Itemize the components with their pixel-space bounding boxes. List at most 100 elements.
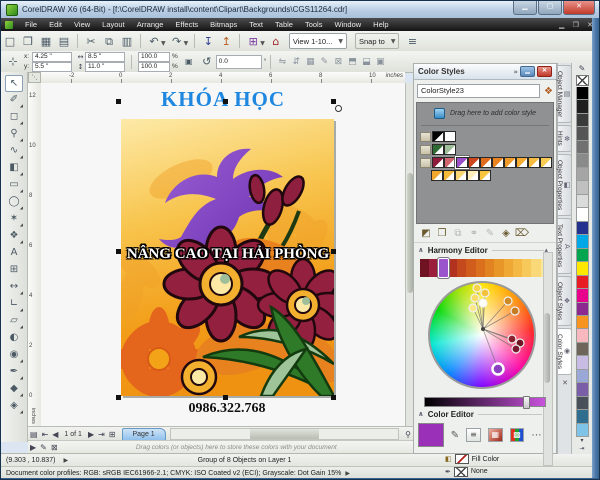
close-button[interactable]: ✕ xyxy=(563,1,595,15)
interactive-fill-tool[interactable]: ◈ ◢ xyxy=(5,398,23,415)
selection-handle[interactable] xyxy=(331,395,336,400)
ellipse-tool[interactable]: ◯ ◢ xyxy=(5,194,23,211)
flyout-arrow-icon[interactable]: ▶ xyxy=(345,470,350,477)
collapse-icon[interactable]: ∧ xyxy=(418,246,424,254)
chevron-down-icon[interactable]: ▼ xyxy=(184,40,189,47)
menu-tools[interactable]: Tools xyxy=(299,20,329,29)
palette-color-swatch[interactable] xyxy=(575,248,589,263)
palette-color-swatch[interactable] xyxy=(575,221,589,236)
convert-to-spot-button[interactable]: ◈ xyxy=(498,228,514,239)
basic-shapes-tool[interactable]: ❖ ◢ xyxy=(5,228,23,245)
selection-handle[interactable] xyxy=(223,99,228,104)
palette-color-swatch[interactable] xyxy=(575,181,589,195)
scrollbar-thumb[interactable] xyxy=(544,313,550,383)
menu-window[interactable]: Window xyxy=(328,20,367,29)
eyedropper-icon[interactable]: ✎ xyxy=(451,430,459,441)
selection-handle[interactable] xyxy=(223,395,228,400)
tab-object-styles[interactable]: ❖ Object Styles xyxy=(556,275,572,326)
tab-color-styles[interactable]: ◉ Color Styles xyxy=(556,327,572,375)
first-page-button[interactable]: ⇤ xyxy=(42,430,49,439)
menu-text[interactable]: Text xyxy=(243,20,269,29)
options-button[interactable]: ≡ xyxy=(404,34,420,49)
new-document-button[interactable]: □ xyxy=(2,34,18,49)
no-color-swatch[interactable] xyxy=(575,75,589,86)
document-window-controls[interactable]: ▁ ❐ ✕ xyxy=(559,21,596,29)
outline-color-swatch[interactable] xyxy=(453,466,468,477)
palette-color-swatch[interactable] xyxy=(575,154,589,168)
color-editor-header[interactable]: ∧ Color Editor ✕ xyxy=(414,407,556,421)
outline-pen-tool[interactable]: ✒ ◢ xyxy=(5,364,23,381)
palette-color-swatch[interactable] xyxy=(575,410,589,424)
color-style-swatch[interactable] xyxy=(432,144,444,155)
scale-x-input[interactable]: 100.0 xyxy=(138,51,170,62)
harmony-node[interactable] xyxy=(480,288,490,298)
harmony-color-segment[interactable] xyxy=(531,259,541,277)
ungroup-icon[interactable]: ⊠ xyxy=(331,57,345,67)
harmony-node[interactable] xyxy=(511,344,521,354)
no-color-icon[interactable]: ⊠ xyxy=(51,443,58,452)
palette-color-swatch[interactable] xyxy=(575,194,589,209)
palette-color-swatch[interactable] xyxy=(575,113,589,128)
tab-text-properties[interactable]: A Text Properties xyxy=(556,218,572,274)
tab-object-properties[interactable]: ◧ Object Properties xyxy=(556,154,572,217)
transparency-tool[interactable]: ◐ xyxy=(5,330,23,347)
harmony-node[interactable] xyxy=(510,306,520,316)
palette-scroll-down-button[interactable]: ▾ xyxy=(580,437,583,445)
cut-button[interactable]: ✂ xyxy=(83,34,99,49)
more-options-icon[interactable]: ⋯ xyxy=(531,430,541,441)
menu-effects[interactable]: Effects xyxy=(169,20,204,29)
harmony-node[interactable] xyxy=(472,283,482,293)
slider-handle[interactable] xyxy=(523,396,531,409)
palette-color-swatch[interactable] xyxy=(575,302,589,316)
palette-color-swatch[interactable] xyxy=(575,127,589,141)
crop-tool[interactable]: ◻ ◢ xyxy=(5,109,23,126)
current-color-swatch[interactable] xyxy=(418,423,444,447)
selection-handle[interactable] xyxy=(116,395,121,400)
text-tool[interactable]: A xyxy=(5,245,23,262)
last-page-button[interactable]: ⇥ xyxy=(98,430,105,439)
harmony-node[interactable] xyxy=(468,303,478,313)
palette-flyout-button[interactable]: ▶ xyxy=(30,443,36,452)
selection-handle[interactable] xyxy=(116,99,121,104)
to-back-icon[interactable]: ⬓ xyxy=(359,57,373,67)
palette-expand-button[interactable]: ⇥ xyxy=(579,445,584,453)
color-style-swatch[interactable] xyxy=(431,170,443,181)
menu-arrange[interactable]: Arrange xyxy=(131,20,170,29)
dimension-tool[interactable]: ↔ ◢ xyxy=(5,279,23,296)
harmony-color-segment[interactable] xyxy=(494,259,504,277)
palette-color-swatch[interactable] xyxy=(575,140,589,155)
fill-tool[interactable]: ◆ ◢ xyxy=(5,381,23,398)
color-style-swatch[interactable] xyxy=(432,157,444,168)
collapse-icon[interactable]: ∧ xyxy=(418,410,424,418)
export-button[interactable]: ↥ xyxy=(218,34,234,49)
lock-ratio-icon[interactable]: ▣ xyxy=(181,54,197,69)
tab-hints[interactable]: ✻ Hints xyxy=(556,125,572,153)
palette-color-swatch[interactable] xyxy=(575,262,589,276)
harmony-folder-icon[interactable] xyxy=(420,131,431,142)
wrap-paragraph-text-icon[interactable]: ▦ xyxy=(303,57,317,67)
fill-color-swatch[interactable] xyxy=(454,454,469,465)
horizontal-scrollbar[interactable] xyxy=(169,428,400,440)
tab-object-manager[interactable]: ▤ Object Manager xyxy=(556,65,572,124)
harmony-color-segment[interactable] xyxy=(466,259,476,277)
harmony-color-segment[interactable] xyxy=(457,259,467,277)
palette-color-swatch[interactable] xyxy=(575,87,589,101)
print-button[interactable]: ▤ xyxy=(56,34,72,49)
smart-fill-tool[interactable]: ◧ ◢ xyxy=(5,160,23,177)
shape-tool[interactable]: ✐ ◢ xyxy=(5,92,23,109)
palette-color-swatch[interactable] xyxy=(575,235,589,249)
color-sliders-button[interactable]: ≡ xyxy=(466,428,481,442)
redo-button[interactable]: ↷ xyxy=(169,34,185,49)
harmony-node[interactable] xyxy=(470,293,480,303)
color-style-swatch[interactable] xyxy=(455,170,467,181)
previous-page-button[interactable]: ◀ xyxy=(52,430,58,439)
harmony-folder-icon[interactable] xyxy=(420,144,431,155)
snap-to-dropdown[interactable]: Snap to ▼ xyxy=(354,33,400,49)
chevron-down-icon[interactable]: ▼ xyxy=(161,40,166,47)
color-style-swatch[interactable] xyxy=(443,170,455,181)
maximize-button[interactable]: ▢ xyxy=(538,1,562,15)
menu-edit[interactable]: Edit xyxy=(43,20,68,29)
color-eyedropper-tool[interactable]: ◉ ◢ xyxy=(5,347,23,364)
convert-to-curves-icon[interactable]: ✎ xyxy=(317,57,331,67)
color-style-swatch[interactable] xyxy=(492,157,504,168)
